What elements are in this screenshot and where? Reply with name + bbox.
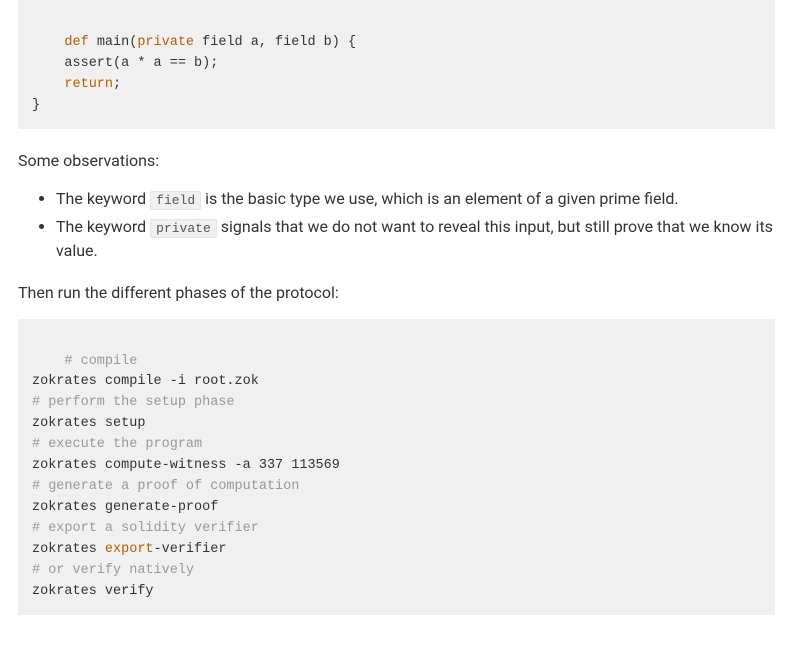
list-item: The keyword private signals that we do n… xyxy=(56,215,775,263)
code-line: zokrates compile -i root.zok xyxy=(32,374,259,389)
code-token: } xyxy=(32,98,40,113)
code-comment: # compile xyxy=(64,354,137,369)
code-token: main( xyxy=(89,35,138,50)
list-text: The keyword xyxy=(56,189,150,208)
copy-icon[interactable] xyxy=(747,327,765,345)
code-comment: # or verify natively xyxy=(32,563,194,578)
list-item: The keyword field is the basic type we u… xyxy=(56,187,775,211)
code-token: export xyxy=(105,542,154,557)
code-token: private xyxy=(137,35,194,50)
page-content: def main(private field a, field b) { ass… xyxy=(0,0,793,653)
code-line: zokrates verify xyxy=(32,584,154,599)
code-line: zokrates setup xyxy=(32,416,145,431)
code-line: zokrates compute-witness -a 337 113569 xyxy=(32,458,340,473)
code-block-2: # compile zokrates compile -i root.zok #… xyxy=(18,319,775,615)
list-text: The keyword xyxy=(56,217,150,236)
code-token: field a, field b) { xyxy=(194,35,356,50)
code-line: zokrates xyxy=(32,542,105,557)
code-token: assert(a * a == b); xyxy=(32,56,218,71)
code-token: def xyxy=(64,35,88,50)
code-token xyxy=(32,77,64,92)
copy-icon[interactable] xyxy=(747,8,765,26)
code-token: return xyxy=(64,77,113,92)
code-line: zokrates generate-proof xyxy=(32,500,218,515)
paragraph-observations: Some observations: xyxy=(18,149,775,173)
code-block-1: def main(private field a, field b) { ass… xyxy=(18,0,775,129)
inline-code-private: private xyxy=(150,219,217,238)
code-comment: # execute the program xyxy=(32,437,202,452)
observations-list: The keyword field is the basic type we u… xyxy=(18,187,775,263)
code-line: -verifier xyxy=(154,542,227,557)
paragraph-phases: Then run the different phases of the pro… xyxy=(18,281,775,305)
code-comment: # generate a proof of computation xyxy=(32,479,299,494)
list-text: is the basic type we use, which is an el… xyxy=(201,189,679,208)
code-token: ; xyxy=(113,77,121,92)
inline-code-field: field xyxy=(150,191,201,210)
code-comment: # perform the setup phase xyxy=(32,395,235,410)
